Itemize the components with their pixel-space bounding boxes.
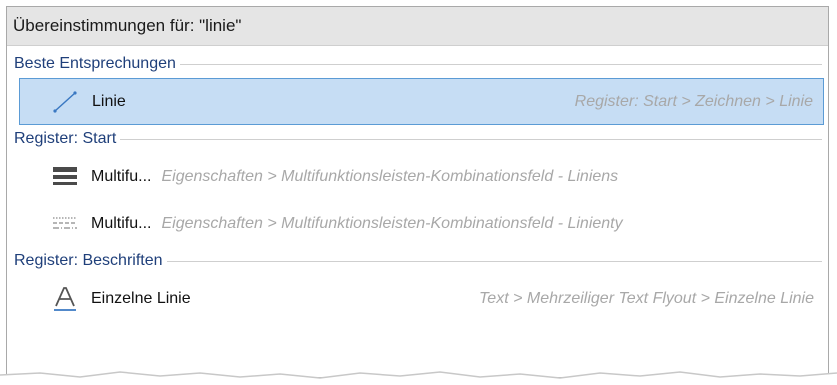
- section-label: Register: Beschriften: [14, 252, 167, 270]
- result-path: Eigenschaften > Multifunktionsleisten-Ko…: [161, 167, 619, 185]
- text-icon: [45, 284, 85, 314]
- result-title: Multifu...: [91, 214, 152, 232]
- section-best-matches: Beste Entsprechungen: [7, 50, 828, 78]
- section-register-beschriften: Register: Beschriften: [7, 247, 828, 275]
- line-weight-icon: [45, 162, 85, 192]
- result-title: Multifu...: [91, 167, 152, 185]
- result-path: Eigenschaften > Multifunktionsleisten-Ko…: [161, 214, 623, 232]
- result-item-linie[interactable]: Linie Register: Start > Zeichnen > Linie: [19, 78, 824, 125]
- result-item-lineweight[interactable]: Multifu... Eigenschaften > Multifunktion…: [19, 153, 824, 200]
- results-header: Übereinstimmungen für: "linie": [7, 7, 828, 46]
- line-type-icon: [45, 209, 85, 239]
- torn-edge: [0, 371, 837, 385]
- results-header-title: Übereinstimmungen für: "linie": [13, 16, 242, 35]
- section-register-start: Register: Start: [7, 125, 828, 153]
- result-title: Einzelne Linie: [91, 289, 191, 307]
- section-label: Beste Entsprechungen: [14, 55, 180, 73]
- result-item-linetype[interactable]: Multifu... Eigenschaften > Multifunktion…: [19, 200, 824, 247]
- section-divider: [14, 139, 822, 140]
- result-path: Text > Mehrzeiliger Text Flyout > Einzel…: [479, 289, 814, 307]
- line-icon: [46, 87, 86, 117]
- result-item-einzelne-linie[interactable]: Einzelne Linie Text > Mehrzeiliger Text …: [19, 275, 824, 322]
- search-results-panel: Übereinstimmungen für: "linie" Beste Ent…: [6, 6, 829, 378]
- section-label: Register: Start: [14, 130, 121, 148]
- result-title: Linie: [92, 92, 126, 110]
- result-path: Register: Start > Zeichnen > Linie: [574, 92, 813, 110]
